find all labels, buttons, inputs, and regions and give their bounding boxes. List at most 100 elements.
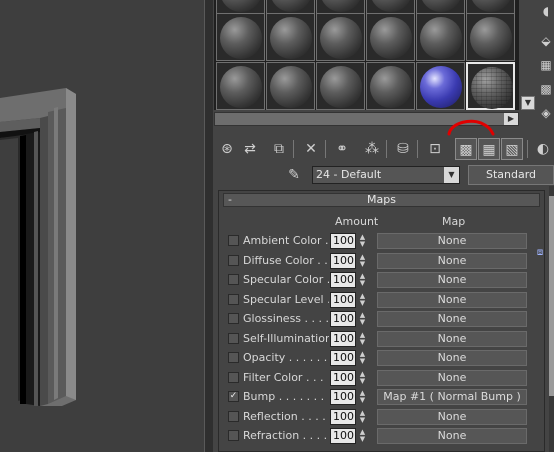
material-sphere bbox=[370, 66, 412, 108]
material-toolbar: ⊛ ⇄ ⧉ ✕ ⚭ ⁂ ⛁ ⊡ ▩ ▦ ▧ ◐ bbox=[213, 136, 554, 162]
map-slot-button[interactable]: None bbox=[377, 252, 527, 269]
map-row: ✓ Bump . . . . . . . 100 ▲ ▼ Map #1 ( Normal … bbox=[219, 388, 546, 406]
get-material-icon[interactable]: ⊛ bbox=[216, 138, 238, 160]
map-slot-button[interactable]: None bbox=[377, 330, 527, 347]
amount-spinner[interactable]: ▲ ▼ bbox=[358, 234, 367, 248]
put-to-library-icon[interactable]: ⛁ bbox=[392, 138, 414, 160]
map-slot-button[interactable]: None bbox=[377, 428, 527, 444]
map-enable-checkbox[interactable] bbox=[228, 430, 239, 441]
background-icon[interactable]: ▦ bbox=[539, 58, 553, 72]
scroll-thumb[interactable] bbox=[549, 196, 554, 396]
amount-spinner[interactable]: ▲ ▼ bbox=[358, 253, 367, 268]
go-to-parent-icon[interactable]: ▧ bbox=[501, 138, 523, 160]
map-row: Glossiness . . . . 100 ▲ ▼ None bbox=[219, 310, 546, 328]
sample-slot[interactable] bbox=[316, 62, 365, 110]
sample-slot[interactable] bbox=[316, 0, 365, 14]
sample-slot[interactable] bbox=[266, 62, 315, 110]
material-name-dropdown-button[interactable]: ▼ bbox=[444, 167, 459, 183]
go-forward-icon[interactable]: ◐ bbox=[532, 138, 554, 160]
map-enable-checkbox[interactable] bbox=[228, 235, 239, 246]
map-amount-field[interactable]: 100 bbox=[330, 428, 356, 444]
map-channel-label: Bump . . . . . . . bbox=[243, 390, 325, 403]
amount-spinner[interactable]: ▲ ▼ bbox=[358, 351, 367, 365]
map-row: Specular Color . 100 ▲ ▼ None bbox=[219, 271, 546, 289]
amount-spinner[interactable]: ▲ ▼ bbox=[358, 312, 367, 326]
map-slot-button[interactable]: None bbox=[377, 291, 527, 308]
map-enable-checkbox[interactable]: ✓ bbox=[228, 391, 239, 402]
sample-slot[interactable] bbox=[266, 0, 315, 14]
amount-spinner[interactable]: ▲ ▼ bbox=[358, 292, 367, 307]
map-enable-checkbox[interactable] bbox=[228, 332, 239, 344]
map-enable-checkbox[interactable] bbox=[228, 254, 239, 266]
map-amount-field[interactable]: 100 bbox=[330, 408, 356, 425]
map-amount-field[interactable]: 100 bbox=[330, 291, 356, 308]
map-enable-checkbox[interactable] bbox=[228, 313, 239, 324]
map-amount-field[interactable]: 100 bbox=[330, 369, 356, 386]
slots-scroll-down-button[interactable]: ▼ bbox=[521, 96, 535, 110]
map-enable-checkbox[interactable] bbox=[228, 274, 239, 285]
material-sphere bbox=[320, 0, 362, 12]
sample-slot[interactable] bbox=[366, 13, 415, 61]
map-slot-button[interactable]: None bbox=[377, 369, 527, 386]
sample-slot[interactable] bbox=[216, 0, 265, 14]
amount-spinner[interactable]: ▲ ▼ bbox=[358, 409, 367, 424]
material-sphere bbox=[220, 66, 262, 108]
sample-slot[interactable] bbox=[416, 0, 465, 14]
sample-slot[interactable] bbox=[416, 13, 465, 61]
amount-spinner[interactable]: ▲ ▼ bbox=[358, 390, 367, 404]
sample-uv-tiling-icon[interactable]: ▩ bbox=[539, 82, 553, 96]
make-copy-icon[interactable]: ⚭ bbox=[331, 138, 353, 160]
map-slot-button[interactable]: None bbox=[377, 350, 527, 366]
map-row: Opacity . . . . . . 100 ▲ ▼ None bbox=[219, 349, 546, 367]
sample-type-icon[interactable]: ◖ bbox=[539, 4, 553, 18]
amount-spinner[interactable]: ▲ ▼ bbox=[358, 370, 367, 385]
show-end-result-icon[interactable]: ▦ bbox=[478, 138, 500, 160]
material-name-field[interactable]: 24 - Default bbox=[312, 166, 460, 184]
sample-slot[interactable] bbox=[466, 0, 515, 14]
map-amount-field[interactable]: 100 bbox=[330, 252, 356, 269]
material-sphere bbox=[420, 0, 462, 12]
amount-spinner[interactable]: ▲ ▼ bbox=[358, 429, 367, 443]
map-amount-field[interactable]: 100 bbox=[330, 330, 356, 347]
put-to-scene-icon[interactable]: ⇄ bbox=[239, 138, 261, 160]
sample-slot[interactable] bbox=[366, 62, 415, 110]
map-amount-field[interactable]: 100 bbox=[330, 389, 356, 405]
map-amount-field[interactable]: 100 bbox=[330, 350, 356, 366]
backlight-icon[interactable]: ⬙ bbox=[539, 34, 553, 48]
show-map-icon[interactable]: ▩ bbox=[455, 138, 477, 160]
map-enable-checkbox[interactable] bbox=[228, 352, 239, 363]
video-color-check-icon[interactable]: ◈ bbox=[539, 106, 553, 120]
assign-to-selection-icon[interactable]: ⧉ bbox=[268, 138, 290, 160]
map-amount-field[interactable]: 100 bbox=[330, 311, 356, 327]
panel-vertical-scrollbar[interactable] bbox=[549, 186, 554, 452]
amount-spinner[interactable]: ▲ ▼ bbox=[358, 331, 367, 346]
map-slot-button[interactable]: Map #1 ( Normal Bump ) bbox=[377, 389, 527, 405]
sample-slot[interactable] bbox=[216, 62, 265, 110]
make-unique-icon[interactable]: ⁂ bbox=[361, 138, 383, 160]
sample-slot[interactable] bbox=[416, 62, 465, 110]
amount-spinner[interactable]: ▲ ▼ bbox=[358, 273, 367, 287]
map-slot-button[interactable]: None bbox=[377, 233, 527, 249]
sample-slot[interactable] bbox=[316, 13, 365, 61]
map-enable-checkbox[interactable] bbox=[228, 293, 239, 305]
sample-slot[interactable] bbox=[466, 13, 515, 61]
material-type-button[interactable]: Standard bbox=[468, 165, 554, 185]
sample-slot-active[interactable] bbox=[466, 62, 515, 110]
map-enable-checkbox[interactable] bbox=[228, 410, 239, 422]
pick-material-eyedropper-icon[interactable]: ✎ bbox=[285, 166, 303, 184]
map-slot-button[interactable]: None bbox=[377, 272, 527, 288]
sample-slot[interactable] bbox=[366, 0, 415, 14]
map-enable-checkbox[interactable] bbox=[228, 371, 239, 383]
reset-icon[interactable]: ✕ bbox=[300, 138, 322, 160]
sample-slot[interactable] bbox=[216, 13, 265, 61]
map-slot-button[interactable]: None bbox=[377, 408, 527, 425]
viewport[interactable] bbox=[0, 0, 204, 452]
material-id-icon[interactable]: ⊡ bbox=[424, 138, 446, 160]
map-amount-field[interactable]: 100 bbox=[330, 272, 356, 288]
maps-rollout-header[interactable]: - Maps bbox=[223, 193, 540, 207]
viewport-divider[interactable] bbox=[204, 0, 213, 452]
sample-slot[interactable] bbox=[266, 13, 315, 61]
map-amount-field[interactable]: 100 bbox=[330, 233, 356, 249]
map-slot-button[interactable]: None bbox=[377, 311, 527, 327]
material-sphere bbox=[270, 66, 312, 108]
